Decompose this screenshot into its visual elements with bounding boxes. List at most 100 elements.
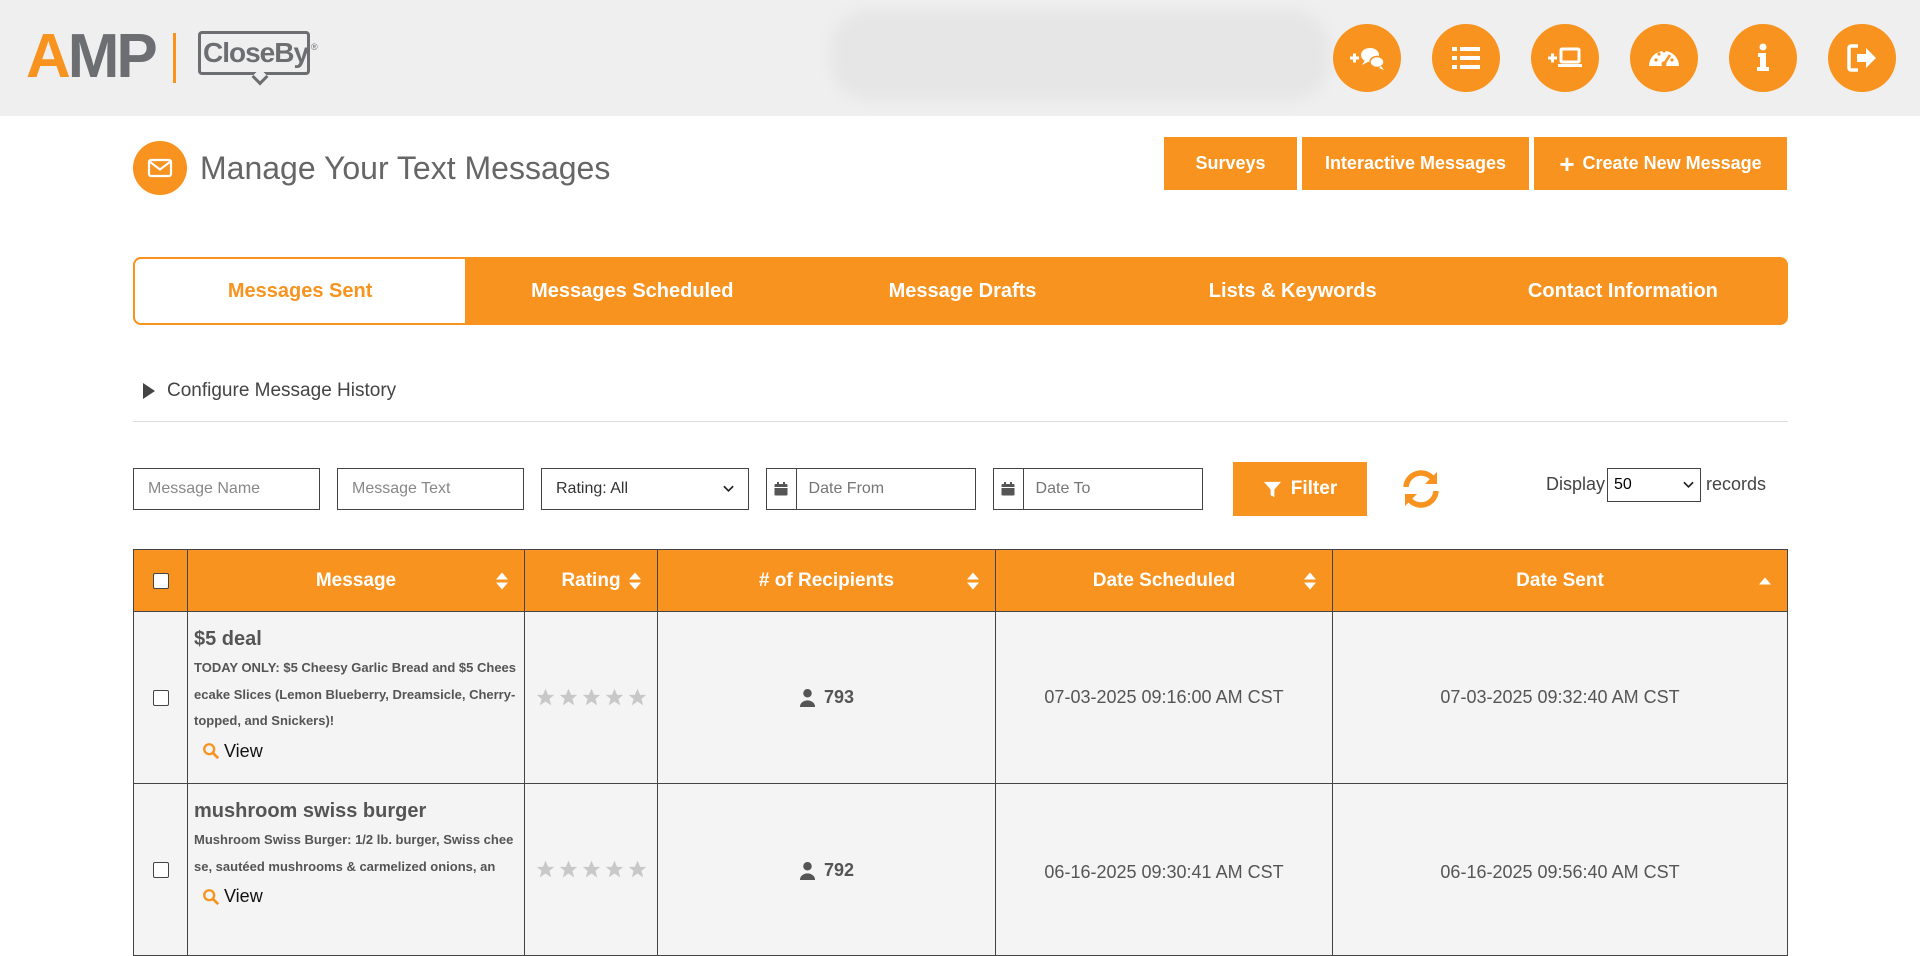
display-records-value: 50 — [1614, 476, 1632, 493]
star-icon — [536, 688, 554, 706]
user-icon — [799, 862, 816, 880]
refresh-icon[interactable] — [1398, 466, 1444, 512]
message-text: Mushroom Swiss Burger: 1/2 lb. burger, S… — [194, 832, 514, 874]
date-to-group — [993, 468, 1203, 510]
message-name-input[interactable] — [133, 468, 320, 510]
column-recipients-label: # of Recipients — [758, 569, 895, 591]
message-tabs: Messages Sent Messages Scheduled Message… — [133, 257, 1788, 325]
select-all-cell — [134, 550, 188, 611]
message-name: mushroom swiss burger — [194, 800, 427, 822]
view-link[interactable]: View — [202, 886, 263, 907]
column-date-scheduled-label: Date Scheduled — [1092, 569, 1236, 591]
star-rating[interactable] — [535, 687, 648, 708]
date-sent: 07-03-2025 09:32:40 AM CST — [1440, 687, 1680, 707]
list-button[interactable] — [1432, 24, 1500, 92]
tab-messages-sent[interactable]: Messages Sent — [133, 257, 468, 325]
recipients-count: 793 — [799, 687, 854, 708]
column-rating[interactable]: Rating — [525, 550, 658, 611]
calendar-icon[interactable] — [767, 469, 797, 509]
sort-icon — [629, 572, 641, 589]
logo-divider — [173, 33, 176, 83]
sort-icon — [496, 572, 508, 589]
envelope-icon — [133, 141, 187, 195]
select-all-checkbox[interactable] — [152, 572, 169, 589]
surveys-button[interactable]: Surveys — [1164, 137, 1297, 190]
filter-button[interactable]: Filter — [1233, 462, 1367, 516]
search-icon — [203, 888, 220, 905]
display-label: Display — [1546, 474, 1606, 494]
column-message-label: Message — [315, 569, 397, 591]
filter-label: Filter — [1290, 478, 1338, 499]
date-from-input[interactable] — [796, 469, 975, 509]
divider — [133, 421, 1788, 422]
messages-table: Message Rating # of Recipients Date Sche… — [133, 549, 1788, 956]
table-header: Message Rating # of Recipients Date Sche… — [134, 550, 1787, 611]
plus-icon: + — [1559, 148, 1575, 179]
recipients-value: 792 — [823, 860, 855, 880]
column-rating-label: Rating — [561, 569, 621, 591]
star-icon — [559, 688, 577, 706]
create-new-message-label: Create New Message — [1582, 153, 1762, 173]
top-header: AMP CloseBy ® — [0, 0, 1920, 116]
chevron-down-icon — [1683, 481, 1694, 489]
add-device-icon — [1548, 47, 1582, 67]
create-new-message-button[interactable]: + Create New Message — [1534, 137, 1787, 190]
display-records-select[interactable]: 50 — [1607, 468, 1701, 502]
logout-icon — [1847, 44, 1876, 72]
column-recipients[interactable]: # of Recipients — [658, 550, 996, 611]
page-title: Manage Your Text Messages — [200, 149, 611, 186]
sort-ascending-icon — [1759, 577, 1771, 584]
calendar-icon[interactable] — [994, 469, 1024, 509]
records-label: records — [1706, 474, 1767, 494]
column-message[interactable]: Message — [188, 550, 525, 611]
info-button[interactable] — [1729, 24, 1797, 92]
column-date-scheduled[interactable]: Date Scheduled — [996, 550, 1333, 611]
star-icon — [628, 688, 646, 706]
sort-icon — [1304, 572, 1316, 589]
tab-message-drafts[interactable]: Message Drafts — [797, 257, 1127, 325]
logout-button[interactable] — [1828, 24, 1896, 92]
rating-select[interactable]: Rating: All — [541, 468, 749, 510]
caret-right-icon — [143, 383, 155, 399]
add-device-button[interactable] — [1531, 24, 1599, 92]
table-row: $5 deal TODAY ONLY: $5 Cheesy Garlic Bre… — [134, 611, 1787, 783]
date-to-input[interactable] — [1023, 469, 1202, 509]
dashboard-button[interactable] — [1630, 24, 1698, 92]
view-link[interactable]: View — [202, 741, 263, 762]
date-from-group — [766, 468, 976, 510]
amp-logo-mp: MP — [67, 22, 158, 91]
sort-icon — [967, 572, 979, 589]
view-label: View — [224, 740, 263, 761]
page-title-row: Manage Your Text Messages — [133, 140, 610, 196]
user-icon — [799, 689, 816, 707]
blurred-region — [830, 10, 1330, 100]
info-icon — [1757, 43, 1769, 71]
closeby-logo-text: CloseBy — [203, 37, 309, 68]
search-icon — [203, 743, 220, 760]
message-text-input[interactable] — [337, 468, 524, 510]
row-checkbox[interactable] — [152, 689, 169, 706]
closeby-logo-tm: ® — [311, 42, 318, 52]
tab-messages-scheduled[interactable]: Messages Scheduled — [467, 257, 797, 325]
date-scheduled: 07-03-2025 09:16:00 AM CST — [996, 612, 1333, 783]
add-conversation-button[interactable] — [1333, 24, 1401, 92]
table-row: mushroom swiss burger Mushroom Swiss Bur… — [134, 783, 1787, 955]
amp-logo[interactable]: AMP — [26, 26, 158, 88]
closeby-logo[interactable]: CloseBy ® — [198, 31, 320, 86]
column-date-sent[interactable]: Date Sent — [1333, 550, 1787, 611]
tab-lists-keywords[interactable]: Lists & Keywords — [1128, 257, 1458, 325]
list-icon — [1452, 47, 1480, 69]
message-name: $5 deal — [194, 628, 262, 650]
message-text: TODAY ONLY: $5 Cheesy Garlic Bread and $… — [194, 660, 517, 728]
star-icon — [605, 688, 623, 706]
dashboard-icon — [1649, 49, 1679, 67]
star-icon — [582, 688, 600, 706]
configure-message-history-toggle[interactable]: Configure Message History — [143, 380, 396, 402]
recipients-count: 792 — [799, 860, 854, 881]
tab-contact-information[interactable]: Contact Information — [1458, 257, 1788, 325]
recipients-value: 793 — [823, 687, 855, 707]
interactive-messages-button[interactable]: Interactive Messages — [1302, 137, 1529, 190]
configure-message-history-label: Configure Message History — [167, 380, 397, 401]
rating-select-value: Rating: All — [556, 480, 629, 497]
add-conversation-icon — [1350, 48, 1385, 70]
